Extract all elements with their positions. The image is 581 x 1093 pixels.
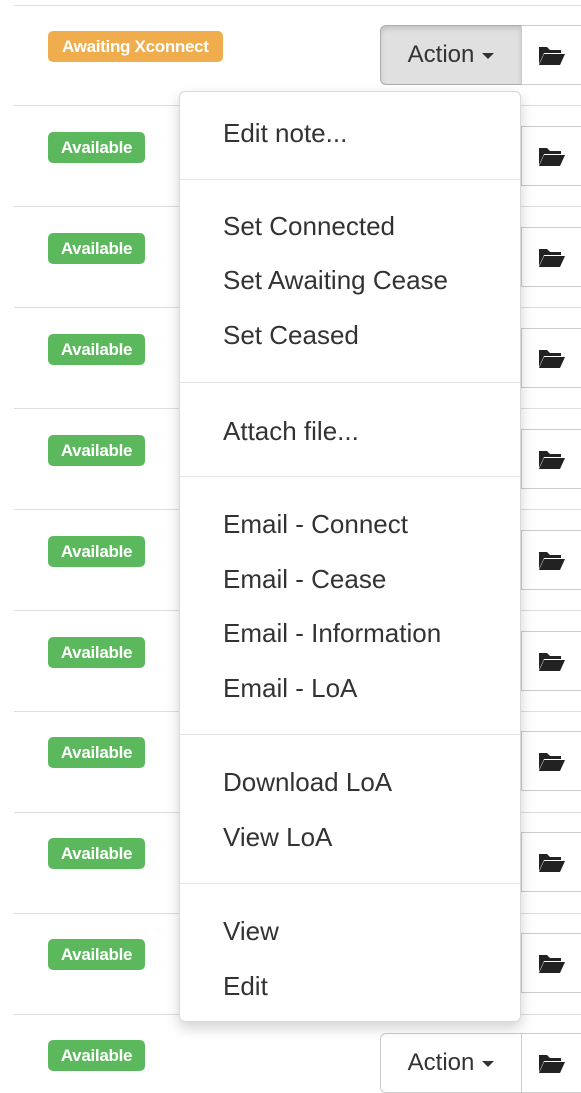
menu-item-set-ceased[interactable]: Set Ceased bbox=[223, 318, 359, 352]
status-badge: Available bbox=[48, 637, 145, 668]
caret-down-icon bbox=[482, 1061, 495, 1067]
folder-button[interactable] bbox=[521, 429, 581, 489]
action-button-label: Action bbox=[407, 41, 475, 68]
menu-item-view-loa[interactable]: View LoA bbox=[223, 820, 332, 854]
menu-divider bbox=[180, 734, 520, 735]
status-badge: Available bbox=[48, 334, 145, 365]
menu-item-email-information[interactable]: Email - Information bbox=[223, 616, 441, 650]
folder-open-icon bbox=[538, 955, 565, 973]
status-badge: Available bbox=[48, 737, 145, 768]
folder-open-icon bbox=[538, 854, 565, 872]
folder-open-icon bbox=[538, 350, 565, 368]
action-dropdown-button[interactable]: Action bbox=[380, 25, 521, 85]
folder-open-icon bbox=[538, 552, 565, 570]
folder-button[interactable] bbox=[521, 832, 581, 892]
menu-divider bbox=[180, 382, 520, 383]
folder-open-icon bbox=[538, 653, 565, 671]
menu-item-edit-note[interactable]: Edit note... bbox=[223, 116, 347, 150]
folder-open-icon bbox=[538, 249, 565, 267]
folder-open-icon bbox=[538, 148, 565, 166]
folder-button[interactable] bbox=[521, 631, 581, 691]
status-badge: Available bbox=[48, 132, 145, 163]
action-dropdown-menu: Edit note... Set Connected Set Awaiting … bbox=[179, 91, 521, 1022]
menu-item-email-connect[interactable]: Email - Connect bbox=[223, 507, 408, 541]
status-badge: Available bbox=[48, 939, 145, 970]
folder-button[interactable] bbox=[521, 933, 581, 993]
folder-button[interactable] bbox=[521, 530, 581, 590]
menu-divider bbox=[180, 476, 520, 477]
status-badge: Available bbox=[48, 1040, 145, 1071]
status-badge: Awaiting Xconnect bbox=[48, 31, 223, 62]
action-dropdown-button[interactable]: Action bbox=[380, 1033, 521, 1093]
status-badge: Available bbox=[48, 838, 145, 869]
folder-button[interactable] bbox=[521, 126, 581, 186]
menu-item-download-loa[interactable]: Download LoA bbox=[223, 765, 392, 799]
folder-button[interactable] bbox=[521, 328, 581, 388]
menu-item-edit[interactable]: Edit bbox=[223, 969, 268, 1003]
menu-item-set-connected[interactable]: Set Connected bbox=[223, 209, 395, 243]
status-badge: Available bbox=[48, 536, 145, 567]
folder-button[interactable] bbox=[521, 25, 581, 85]
folder-button[interactable] bbox=[521, 1033, 581, 1093]
menu-item-view[interactable]: View bbox=[223, 914, 279, 948]
action-button-label: Action bbox=[407, 1049, 475, 1076]
status-badge: Available bbox=[48, 435, 145, 466]
folder-open-icon bbox=[538, 451, 565, 469]
menu-item-attach-file[interactable]: Attach file... bbox=[223, 414, 359, 448]
folder-button[interactable] bbox=[521, 227, 581, 287]
folder-open-icon bbox=[538, 47, 565, 65]
row-divider bbox=[14, 5, 581, 6]
caret-down-icon bbox=[482, 53, 495, 59]
menu-divider bbox=[180, 883, 520, 884]
menu-item-set-awaiting-cease[interactable]: Set Awaiting Cease bbox=[223, 263, 448, 297]
status-badge: Available bbox=[48, 233, 145, 264]
menu-item-email-loa[interactable]: Email - LoA bbox=[223, 671, 357, 705]
folder-button[interactable] bbox=[521, 731, 581, 791]
menu-item-email-cease[interactable]: Email - Cease bbox=[223, 562, 386, 596]
menu-divider bbox=[180, 179, 520, 180]
folder-open-icon bbox=[538, 753, 565, 771]
folder-open-icon bbox=[538, 1055, 565, 1073]
